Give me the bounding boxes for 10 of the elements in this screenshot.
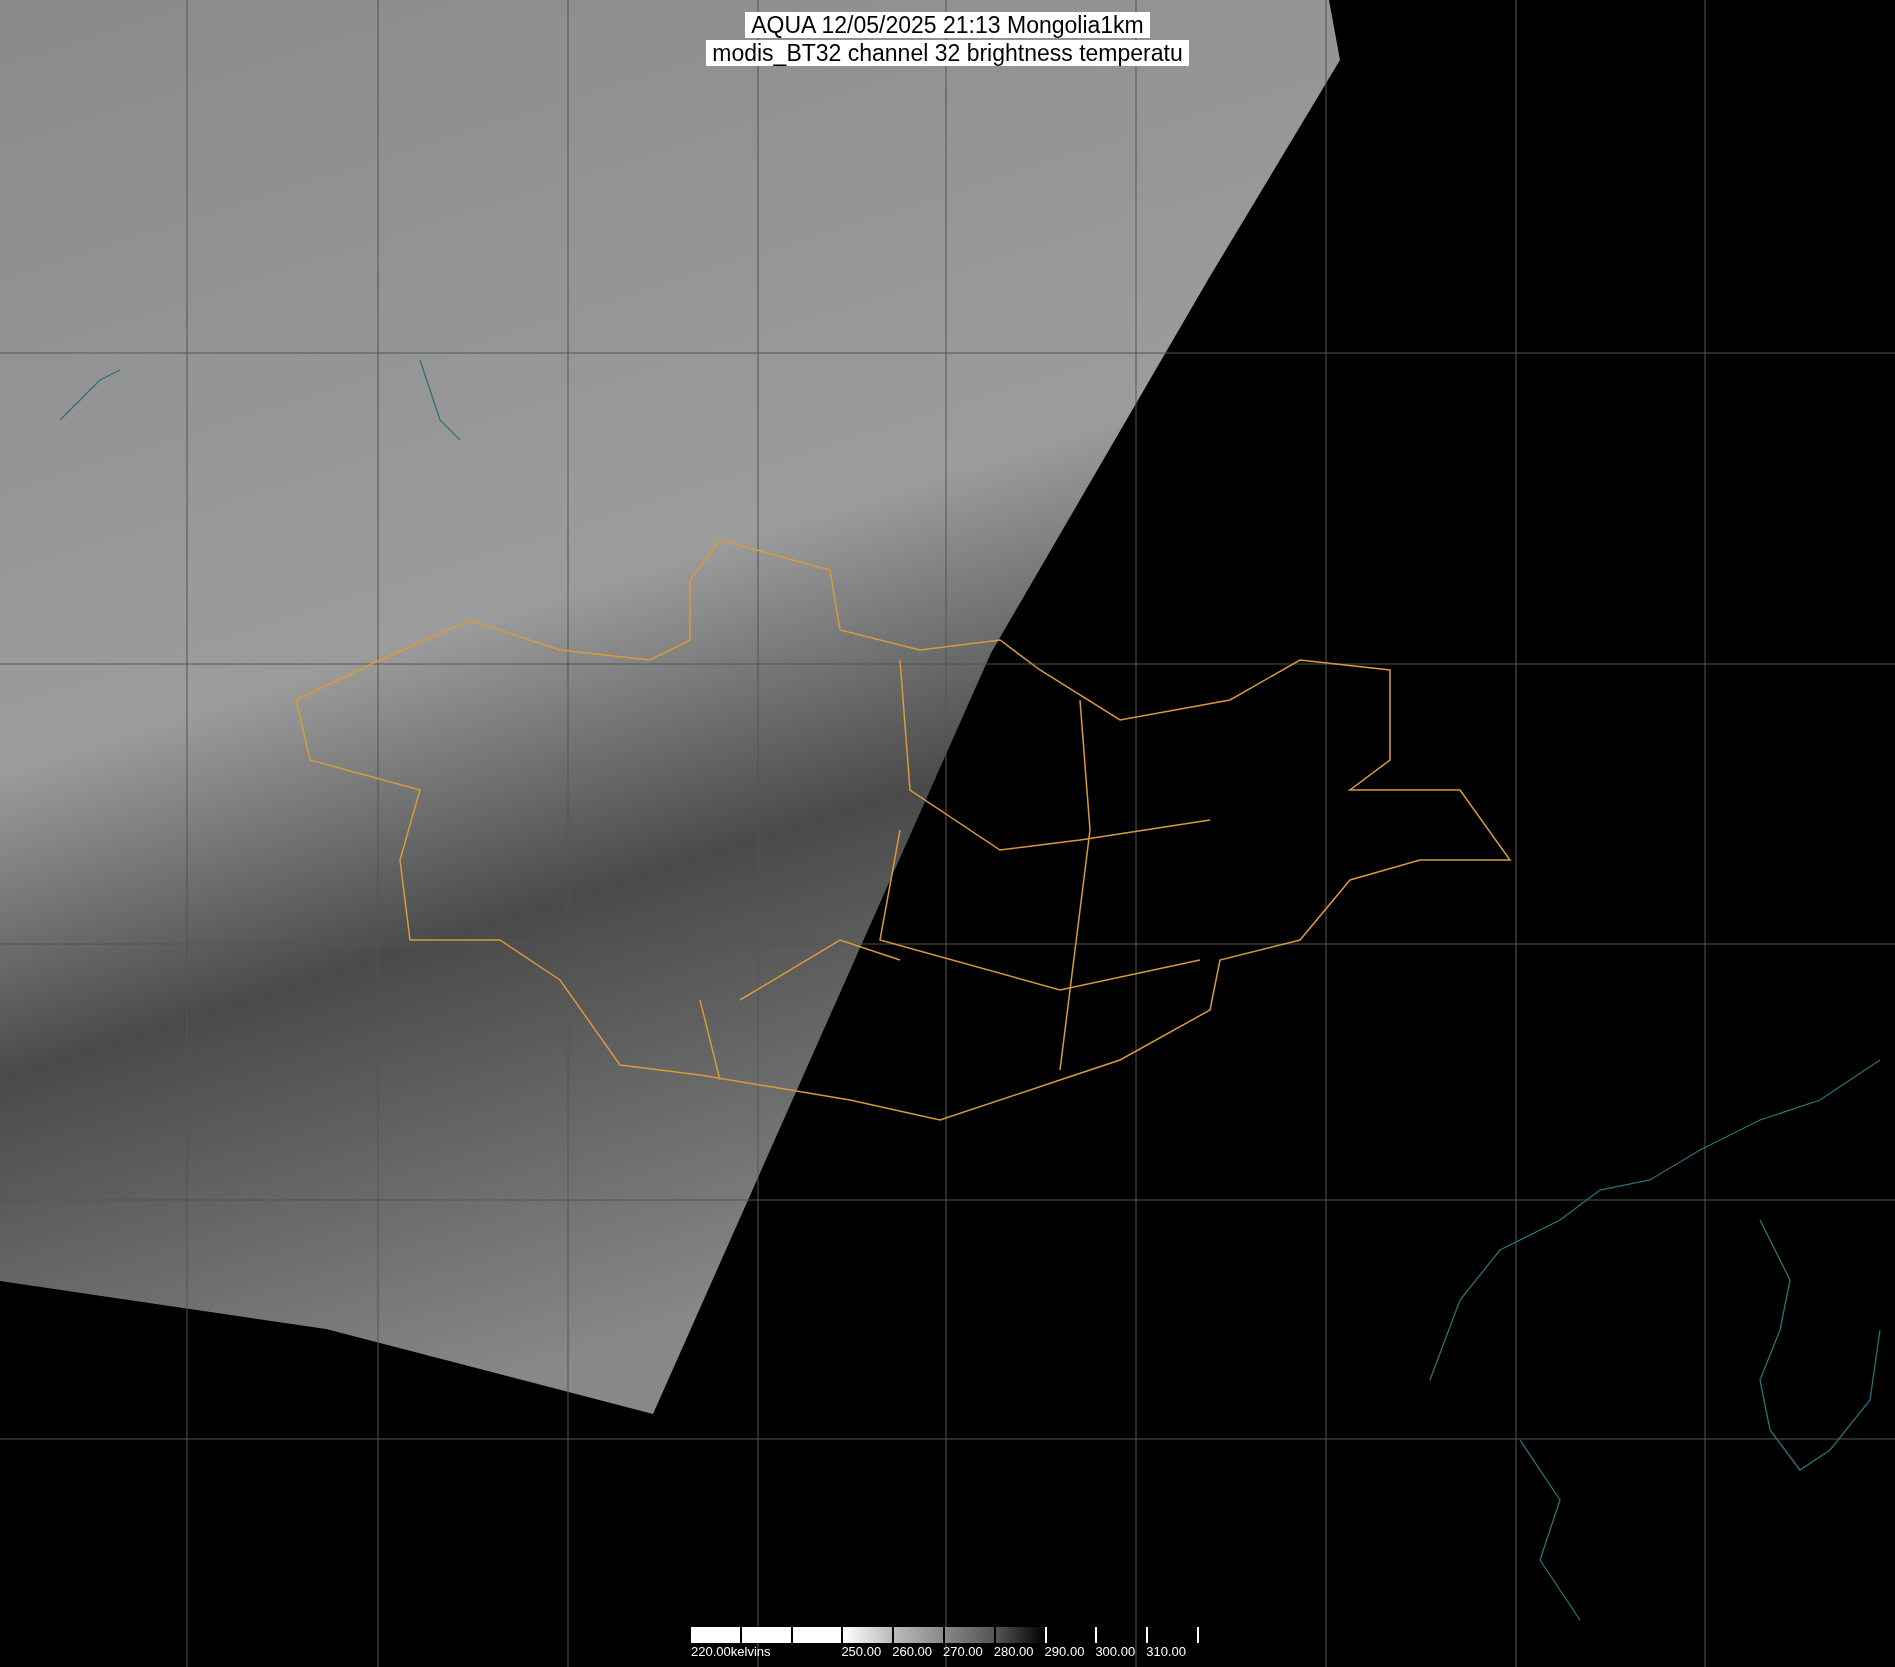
scale-label: 280.00 (993, 1644, 1034, 1659)
scale-label: 260.00 (892, 1644, 932, 1659)
scale-label: 270.00 (943, 1644, 983, 1659)
scale-label: 250.00 (841, 1644, 882, 1659)
scale-label: 290.00 (1044, 1644, 1085, 1659)
scale-label: 300.00 (1095, 1644, 1136, 1659)
image-title: modis_BT32 channel 32 brightness temperatu (706, 40, 1189, 66)
image-title: AQUA 12/05/2025 21:13 Mongolia1km (745, 12, 1150, 38)
scale-label: 220.00kelvins (691, 1644, 771, 1659)
scale-label: 310.00 (1146, 1644, 1186, 1659)
